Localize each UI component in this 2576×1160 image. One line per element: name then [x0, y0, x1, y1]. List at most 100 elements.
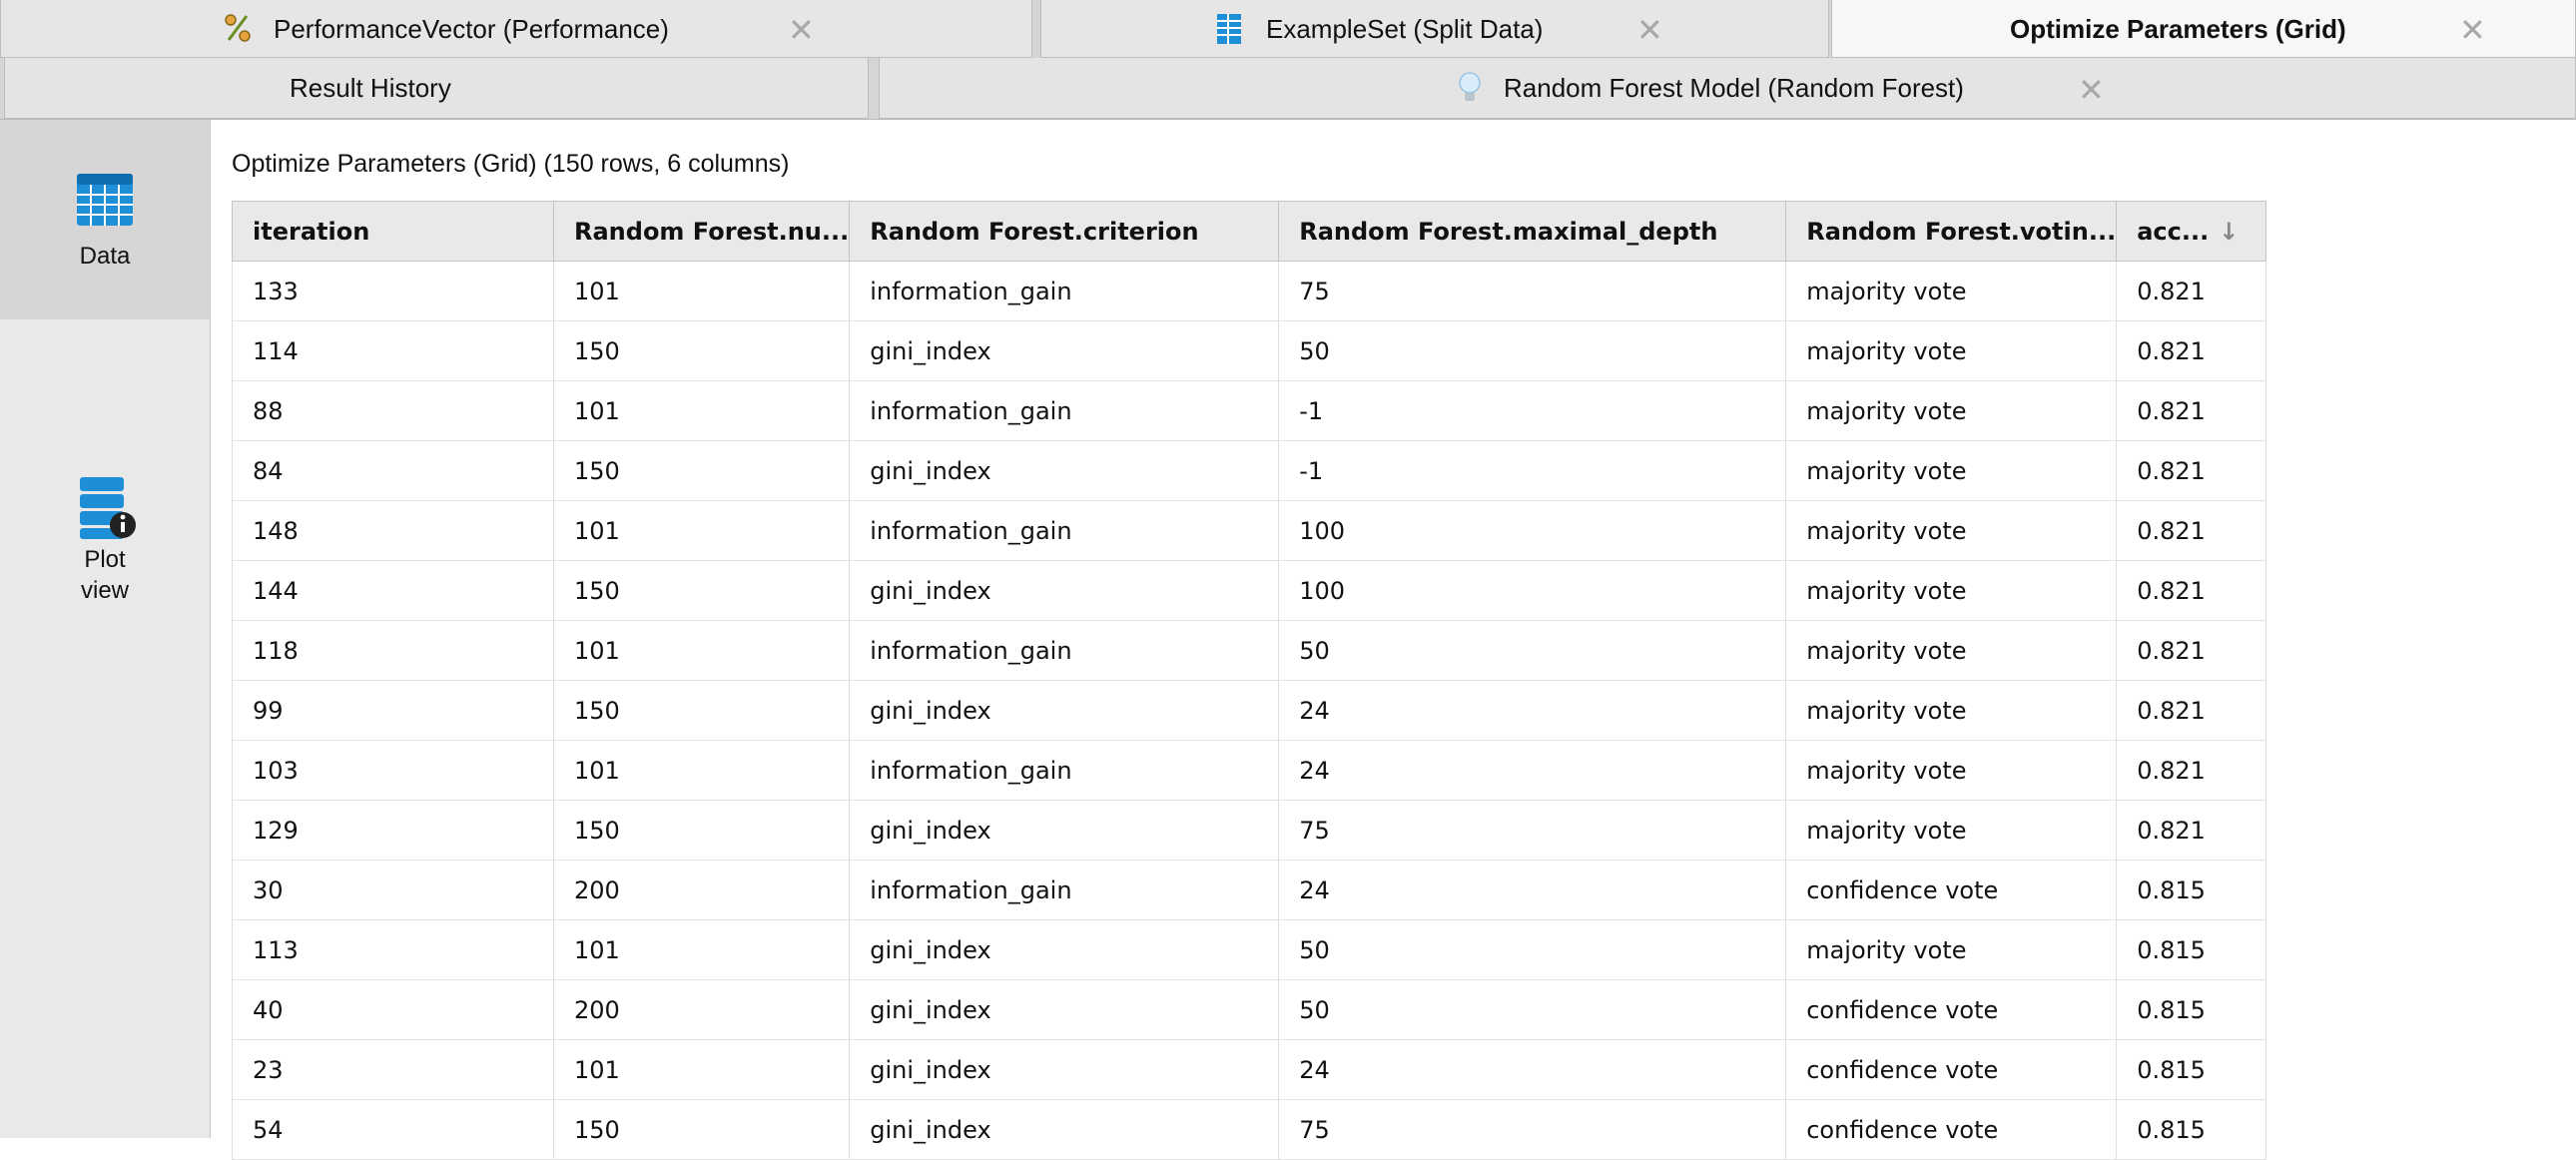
table-row[interactable]: 88 101 information_gain -1 majority vote 0.82…	[232, 380, 2267, 441]
table-cell[interactable]: 0.821	[2116, 261, 2267, 321]
table-cell[interactable]: 101	[553, 261, 851, 321]
table-cell[interactable]: 150	[553, 320, 851, 381]
table-cell[interactable]: 200	[553, 860, 851, 920]
table-cell[interactable]: 75	[1278, 800, 1787, 861]
table-cell[interactable]: 84	[232, 440, 554, 501]
table-cell[interactable]: gini_index	[849, 560, 1280, 621]
table-cell[interactable]: 150	[553, 680, 851, 741]
table-cell[interactable]: 54	[232, 1099, 554, 1160]
table-cell[interactable]: 50	[1278, 320, 1787, 381]
table-cell[interactable]: 50	[1278, 919, 1787, 980]
table-cell[interactable]: confidence vote	[1785, 1039, 2118, 1100]
table-cell[interactable]: majority vote	[1785, 919, 2118, 980]
table-cell[interactable]: majority vote	[1785, 620, 2118, 681]
data-view-button[interactable]: Data	[0, 120, 210, 319]
table-cell[interactable]: majority vote	[1785, 800, 2118, 861]
table-cell[interactable]: gini_index	[849, 680, 1280, 741]
column-header-criterion[interactable]: Random Forest.criterion	[849, 201, 1280, 262]
table-cell[interactable]: 103	[232, 740, 554, 801]
tab-random-forest-model[interactable]: Random Forest Model (Random Forest) ✕	[879, 58, 2576, 119]
table-row[interactable]: 99 150 gini_index 24 majority vote 0.821	[232, 680, 2267, 741]
table-row[interactable]: 148 101 information_gain 100 majority vote 0.…	[232, 500, 2267, 561]
table-row[interactable]: 40 200 gini_index 50 confidence vote 0.815	[232, 979, 2267, 1040]
table-cell[interactable]: 0.821	[2116, 440, 2267, 501]
table-cell[interactable]: 150	[553, 440, 851, 501]
table-cell[interactable]: information_gain	[849, 380, 1280, 441]
table-row[interactable]: 113 101 gini_index 50 majority vote 0.815	[232, 919, 2267, 980]
table-cell[interactable]: 50	[1278, 620, 1787, 681]
table-cell[interactable]: information_gain	[849, 500, 1280, 561]
table-cell[interactable]: gini_index	[849, 800, 1280, 861]
table-cell[interactable]: 0.815	[2116, 919, 2267, 980]
table-cell[interactable]: 75	[1278, 1099, 1787, 1160]
table-row[interactable]: 84 150 gini_index -1 majority vote 0.821	[232, 440, 2267, 501]
table-cell[interactable]: 100	[1278, 500, 1787, 561]
table-cell[interactable]: confidence vote	[1785, 1099, 2118, 1160]
table-cell[interactable]: 101	[553, 919, 851, 980]
tab-result-history[interactable]: Result History	[4, 58, 869, 119]
table-cell[interactable]: majority vote	[1785, 380, 2118, 441]
table-cell[interactable]: gini_index	[849, 1039, 1280, 1100]
table-cell[interactable]: 101	[553, 740, 851, 801]
table-cell[interactable]: 114	[232, 320, 554, 381]
table-cell[interactable]: majority vote	[1785, 680, 2118, 741]
table-cell[interactable]: 0.815	[2116, 979, 2267, 1040]
table-row[interactable]: 129 150 gini_index 75 majority vote 0.821	[232, 800, 2267, 861]
table-row[interactable]: 103 101 information_gain 24 majority vote 0.8…	[232, 740, 2267, 801]
table-cell[interactable]: -1	[1278, 380, 1787, 441]
table-cell[interactable]: information_gain	[849, 740, 1280, 801]
table-cell[interactable]: majority vote	[1785, 500, 2118, 561]
table-cell[interactable]: 75	[1278, 261, 1787, 321]
table-cell[interactable]: 200	[553, 979, 851, 1040]
tab-exampleset[interactable]: ExampleSet (Split Data) ✕	[1040, 0, 1829, 58]
table-cell[interactable]: gini_index	[849, 979, 1280, 1040]
table-cell[interactable]: 99	[232, 680, 554, 741]
table-cell[interactable]: 0.821	[2116, 380, 2267, 441]
close-icon[interactable]: ✕	[788, 11, 815, 49]
table-cell[interactable]: gini_index	[849, 440, 1280, 501]
table-cell[interactable]: 0.821	[2116, 680, 2267, 741]
table-row[interactable]: 54 150 gini_index 75 confidence vote 0.815	[232, 1099, 2267, 1160]
table-cell[interactable]: information_gain	[849, 620, 1280, 681]
table-cell[interactable]: 101	[553, 1039, 851, 1100]
table-cell[interactable]: majority vote	[1785, 560, 2118, 621]
close-icon[interactable]: ✕	[2078, 71, 2105, 109]
table-cell[interactable]: -1	[1278, 440, 1787, 501]
table-cell[interactable]: 24	[1278, 860, 1787, 920]
table-cell[interactable]: 148	[232, 500, 554, 561]
table-cell[interactable]: 0.821	[2116, 740, 2267, 801]
table-cell[interactable]: 101	[553, 620, 851, 681]
table-cell[interactable]: 133	[232, 261, 554, 321]
table-cell[interactable]: 40	[232, 979, 554, 1040]
table-cell[interactable]: gini_index	[849, 1099, 1280, 1160]
table-cell[interactable]: gini_index	[849, 919, 1280, 980]
table-cell[interactable]: 101	[553, 500, 851, 561]
table-cell[interactable]: 30	[232, 860, 554, 920]
table-cell[interactable]: 150	[553, 1099, 851, 1160]
table-row[interactable]: 144 150 gini_index 100 majority vote 0.821	[232, 560, 2267, 621]
table-cell[interactable]: 129	[232, 800, 554, 861]
table-cell[interactable]: 0.821	[2116, 560, 2267, 621]
table-cell[interactable]: information_gain	[849, 261, 1280, 321]
column-header-number-of-trees[interactable]: Random Forest.nu...	[552, 201, 851, 262]
tab-performance-vector[interactable]: PerformanceVector (Performance) ✕	[0, 0, 1032, 58]
table-cell[interactable]: 23	[232, 1039, 554, 1100]
table-cell[interactable]: 24	[1278, 740, 1787, 801]
table-cell[interactable]: gini_index	[849, 320, 1280, 381]
column-header-accuracy[interactable]: acc... ↓	[2116, 201, 2267, 262]
table-cell[interactable]: 101	[553, 380, 851, 441]
table-cell[interactable]: 24	[1278, 1039, 1787, 1100]
column-header-iteration[interactable]: iteration	[232, 201, 554, 262]
table-cell[interactable]: 88	[232, 380, 554, 441]
table-cell[interactable]: information_gain	[849, 860, 1280, 920]
table-cell[interactable]: confidence vote	[1785, 979, 2118, 1040]
table-cell[interactable]: 0.821	[2116, 500, 2267, 561]
table-cell[interactable]: majority vote	[1785, 440, 2118, 501]
table-cell[interactable]: 100	[1278, 560, 1787, 621]
table-cell[interactable]: majority vote	[1785, 320, 2118, 381]
table-row[interactable]: 23 101 gini_index 24 confidence vote 0.815	[232, 1039, 2267, 1100]
table-cell[interactable]: 150	[553, 560, 851, 621]
table-cell[interactable]: 0.821	[2116, 620, 2267, 681]
table-row[interactable]: 118 101 information_gain 50 majority vote 0.8…	[232, 620, 2267, 681]
table-cell[interactable]: confidence vote	[1785, 860, 2118, 920]
